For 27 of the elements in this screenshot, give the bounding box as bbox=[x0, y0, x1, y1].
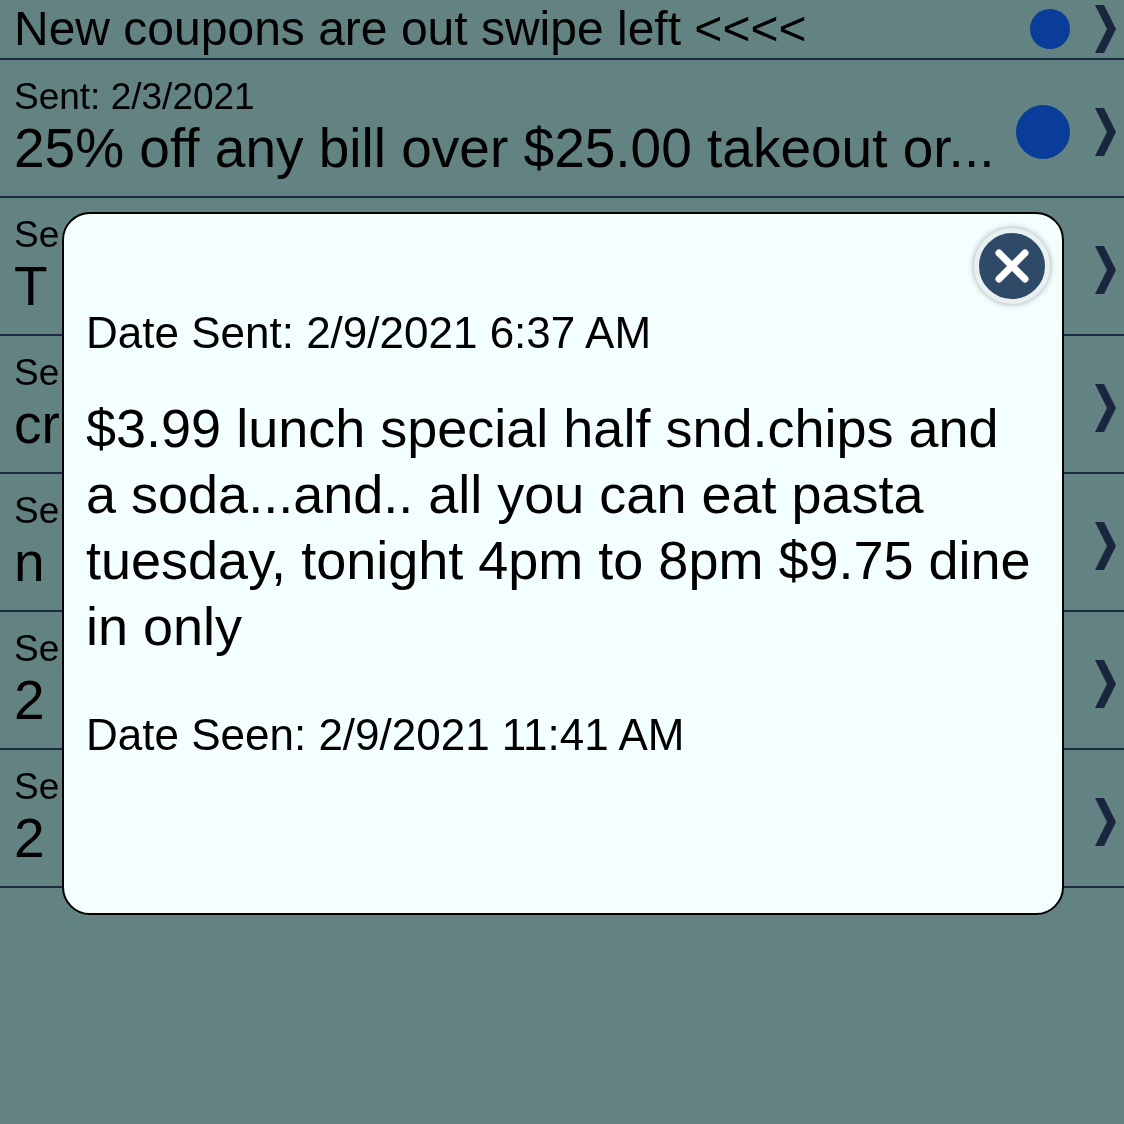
chevron-right-icon bbox=[1092, 658, 1118, 710]
chevron-right-icon bbox=[1092, 244, 1118, 296]
sent-date: Sent: 2/3/2021 bbox=[14, 77, 255, 117]
close-button[interactable] bbox=[974, 228, 1050, 304]
message-row[interactable]: Sent: 2/3/2021 25% off any bill over $25.00 takeout or... bbox=[0, 60, 1124, 198]
chevron-right-icon bbox=[1092, 3, 1118, 55]
sent-date: Se bbox=[14, 491, 60, 531]
close-icon bbox=[994, 248, 1030, 284]
message-text: New coupons are out swipe left <<<< bbox=[14, 1, 807, 57]
date-sent: Date Sent: 2/9/2021 6:37 AM bbox=[86, 309, 653, 357]
sent-date: Se bbox=[14, 215, 60, 255]
message-text: cr bbox=[14, 393, 60, 455]
sent-date: Se bbox=[14, 767, 60, 807]
message-text: 2 bbox=[14, 807, 45, 869]
sent-date: Se bbox=[14, 353, 60, 393]
chevron-right-icon bbox=[1092, 796, 1118, 848]
message-text: n bbox=[14, 531, 45, 593]
message-body: $3.99 lunch special half snd.chips and a soda...and.. all you can eat pasta tuesday, tonight 4pm to 8pm $9.75 dine in only bbox=[86, 397, 1032, 658]
chevron-right-icon bbox=[1092, 520, 1118, 572]
sent-date: Se bbox=[14, 629, 60, 669]
message-text: T bbox=[14, 255, 48, 317]
date-seen: Date Seen: 2/9/2021 11:41 AM bbox=[86, 711, 686, 759]
message-text: 25% off any bill over $25.00 takeout or... bbox=[14, 117, 995, 179]
message-row[interactable]: New coupons are out swipe left <<<< bbox=[0, 0, 1124, 60]
chevron-right-icon bbox=[1092, 106, 1118, 158]
chevron-right-icon bbox=[1092, 382, 1118, 434]
message-text: 2 bbox=[14, 669, 45, 731]
